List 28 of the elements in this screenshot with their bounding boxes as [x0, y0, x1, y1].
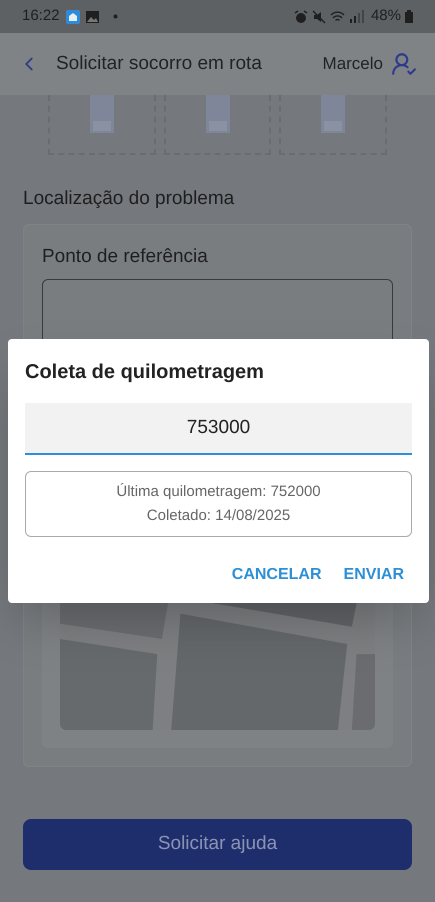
info-line: Coletado: 14/08/2025: [146, 506, 290, 526]
dialog-button[interactable]: ENVIAR: [336, 559, 412, 591]
user-name: Marcelo: [322, 53, 383, 76]
dot-icon: [112, 14, 118, 19]
section-heading: Localização do problema: [23, 188, 234, 209]
image-icon: [86, 10, 99, 22]
user-icon[interactable]: [391, 51, 417, 77]
battery-icon: [405, 10, 413, 23]
battery-level: 48%: [370, 6, 401, 26]
field-label: Ponto de referência: [42, 244, 209, 268]
mileage-input[interactable]: 753000: [25, 403, 412, 455]
submit-button[interactable]: Solicitar ajuda: [23, 818, 412, 870]
alarm-icon: [294, 10, 308, 24]
signal-icon: [348, 10, 367, 23]
photo-placeholder-icon: [206, 95, 230, 133]
notification-icon: [66, 10, 80, 24]
screen-title: Solicitar socorro em rota: [56, 52, 262, 76]
dialog-button[interactable]: CANCELAR: [224, 559, 330, 591]
photo-slot[interactable]: [48, 95, 156, 155]
info-line: Última quilometragem: 752000: [116, 482, 321, 502]
wifi-icon: [330, 10, 345, 23]
photo-slot[interactable]: [279, 95, 388, 155]
photo-slot[interactable]: [164, 95, 272, 155]
mute-icon: [312, 10, 326, 24]
status-time: 16:22: [22, 6, 60, 26]
dialog-title: Coleta de quilometragem: [25, 360, 265, 385]
photo-placeholder-icon: [321, 95, 346, 133]
photo-placeholder-icon: [90, 95, 114, 133]
